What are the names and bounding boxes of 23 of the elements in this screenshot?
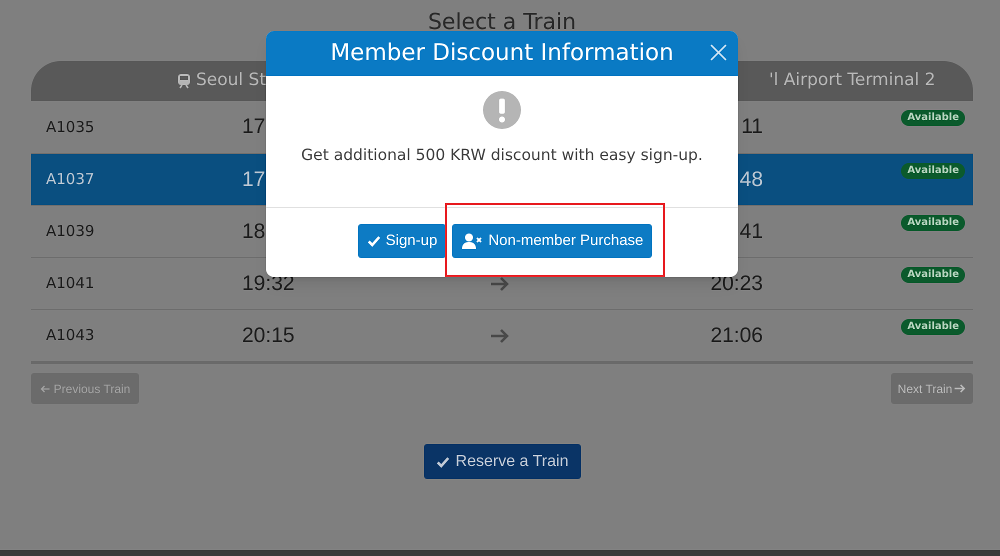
status-badge: Available <box>901 319 965 335</box>
status-badge: Available <box>901 267 965 283</box>
train-number: A1035 <box>45 116 96 138</box>
train-number: A1043 <box>45 325 96 346</box>
modal-message: Get additional 500 KRW discount with easy sign-up. <box>301 145 703 166</box>
train-number: A1037 <box>45 169 96 190</box>
arrival-time: 21:06 <box>710 322 763 349</box>
arrival-time: 41 <box>740 218 763 245</box>
modal-title: Member Discount Information <box>330 39 674 68</box>
header-text: Seoul St <box>196 69 266 92</box>
status-badge: Available <box>901 215 965 231</box>
train-number: A1039 <box>45 221 96 242</box>
arrival-time: 11 <box>741 114 763 140</box>
status-badge: Available <box>901 163 965 179</box>
train-number: A1041 <box>45 273 96 294</box>
header-text: 'l Airport Terminal 2 <box>769 69 936 92</box>
departure-time: 18 <box>242 218 266 245</box>
page-title: Select a Train <box>428 9 576 37</box>
arrival-time: 48 <box>740 166 763 193</box>
status-badge: Available <box>901 110 965 126</box>
departure-time: 17 <box>242 114 266 140</box>
departure-time: 20:15 <box>242 322 295 349</box>
departure-time: 17 <box>242 166 266 193</box>
